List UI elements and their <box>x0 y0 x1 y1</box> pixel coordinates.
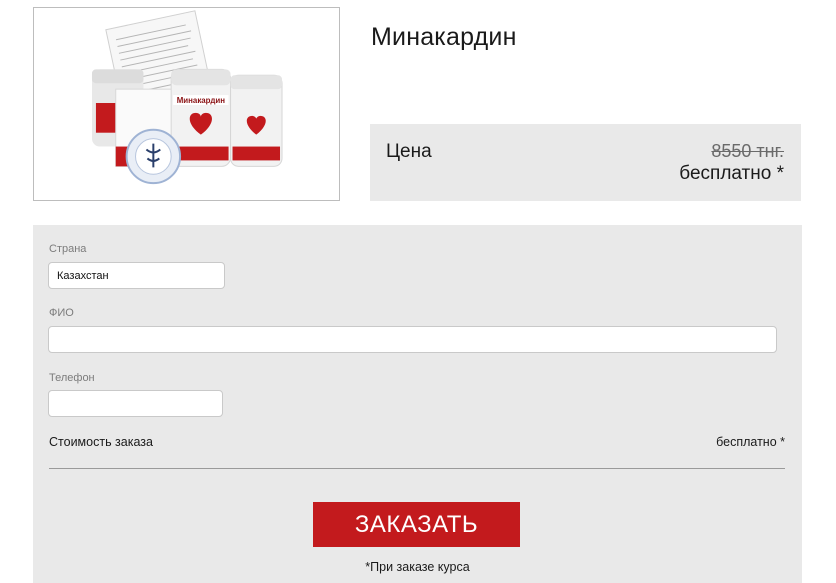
footnote: *При заказе курса <box>365 560 470 574</box>
country-field[interactable] <box>48 262 225 289</box>
new-price: бесплатно * <box>679 163 784 184</box>
order-form: Страна ФИО Телефон Стоимость заказа бесп… <box>33 225 802 583</box>
product-image: Минакардин <box>33 7 340 201</box>
name-field[interactable] <box>48 326 777 353</box>
old-price: 8550 тнг. <box>711 141 784 161</box>
order-cost-label: Стоимость заказа <box>49 435 153 449</box>
country-label: Страна <box>49 243 87 255</box>
phone-field[interactable] <box>48 390 223 417</box>
order-cost-value: бесплатно * <box>716 435 785 449</box>
divider <box>49 468 785 469</box>
product-title: Минакардин <box>371 23 517 51</box>
product-illustration: Минакардин <box>91 10 283 185</box>
phone-label: Телефон <box>49 372 95 384</box>
price-label: Цена <box>386 141 432 162</box>
price-box: Цена 8550 тнг. бесплатно * <box>370 124 801 201</box>
name-label: ФИО <box>49 307 74 319</box>
certification-seal <box>125 128 182 185</box>
package-label-text: Минакардин <box>177 96 225 105</box>
order-button[interactable]: ЗАКАЗАТЬ <box>313 502 520 547</box>
